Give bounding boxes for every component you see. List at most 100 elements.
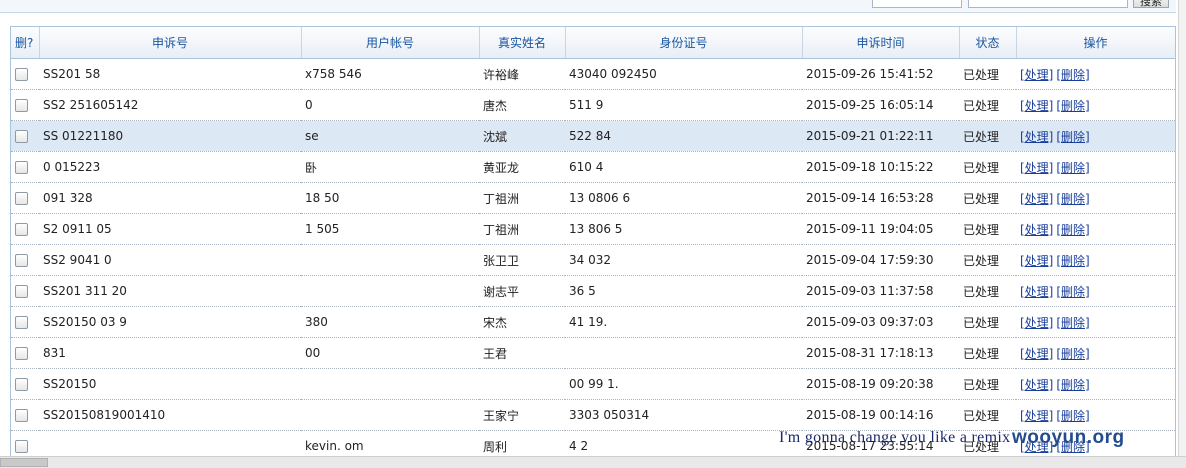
process-link[interactable]: [处理] xyxy=(1020,316,1053,330)
process-link[interactable]: [处理] xyxy=(1020,347,1053,361)
process-link[interactable]: [处理] xyxy=(1020,378,1053,392)
cell-appeal-no: SS201 311 20 xyxy=(39,275,301,307)
delete-link[interactable]: [删除] xyxy=(1056,254,1089,268)
cell-account: 0 xyxy=(301,89,479,121)
row-select-checkbox[interactable] xyxy=(15,440,28,453)
cell-status: 已处理 xyxy=(959,89,1016,121)
row-select-checkbox[interactable] xyxy=(15,316,28,329)
table-row[interactable]: SS20150 00 99 1. 2015-08-19 09:20:38 已处理 [处… xyxy=(11,368,1175,400)
cell-name: 唐杰 xyxy=(479,89,565,121)
row-select-checkbox[interactable] xyxy=(15,99,28,112)
cell-appeal-time: 2015-09-14 16:53:28 xyxy=(802,182,959,214)
row-checkbox xyxy=(11,337,39,369)
cell-name: 张卫卫 xyxy=(479,244,565,276)
cell-account: se xyxy=(301,120,479,152)
delete-link[interactable]: [删除] xyxy=(1056,378,1089,392)
cell-id-no: 00 99 1. xyxy=(565,368,802,400)
row-select-checkbox[interactable] xyxy=(15,68,28,81)
row-checkbox xyxy=(11,182,39,214)
cell-name: 黄亚龙 xyxy=(479,151,565,183)
table-row[interactable]: SS201 58 x758 546 许裕峰 43040 092450 2015-09-2… xyxy=(11,58,1175,90)
search-field-select[interactable] xyxy=(872,0,962,8)
col-header-delete[interactable]: 删? xyxy=(11,27,40,59)
process-link[interactable]: [处理] xyxy=(1020,409,1053,423)
scrollbar-thumb[interactable] xyxy=(0,458,48,467)
table-header-row: 删? 申诉号 用户帐号 真实姓名 身份证号 申诉时间 状态 操作 xyxy=(11,27,1175,59)
row-select-checkbox[interactable] xyxy=(15,285,28,298)
row-select-checkbox[interactable] xyxy=(15,161,28,174)
cell-id-no: 13 0806 6 xyxy=(565,182,802,214)
cell-name: 王家宁 xyxy=(479,399,565,431)
process-link[interactable]: [处理] xyxy=(1020,192,1053,206)
cell-id-no: 3303 050314 xyxy=(565,399,802,431)
watermark-brand: wooyun.org xyxy=(1012,427,1125,448)
delete-link[interactable]: [删除] xyxy=(1056,285,1089,299)
row-checkbox xyxy=(11,58,39,90)
delete-link[interactable]: [删除] xyxy=(1056,316,1089,330)
table-row[interactable]: 091 328 18 50 丁祖洲 13 0806 6 2015-09-14 16:53… xyxy=(11,182,1175,214)
cell-appeal-time: 2015-09-03 09:37:03 xyxy=(802,306,959,338)
table-row[interactable]: 831 00 王君 2015-08-31 17:18:13 已处理 [处理] [删除] xyxy=(11,337,1175,369)
row-select-checkbox[interactable] xyxy=(15,378,28,391)
cell-appeal-no: SS2 251605142 xyxy=(39,89,301,121)
cell-appeal-no: SS20150819001410 xyxy=(39,399,301,431)
table-row[interactable]: 0 015223 卧黄亚龙 610 4 2015-09-18 10:15:22 已处理[… xyxy=(11,151,1175,183)
cell-account xyxy=(301,399,479,431)
cell-appeal-time: 2015-08-19 00:14:16 xyxy=(802,399,959,431)
row-select-checkbox[interactable] xyxy=(15,192,28,205)
delete-link[interactable]: [删除] xyxy=(1056,409,1089,423)
delete-link[interactable]: [删除] xyxy=(1056,68,1089,82)
table-row[interactable]: SS2 9041 0 张卫卫 34 032 2015-09-04 17:59:30 已处… xyxy=(11,244,1175,276)
col-header-appeal-no: 申诉号 xyxy=(39,27,302,59)
process-link[interactable]: [处理] xyxy=(1020,223,1053,237)
col-header-actions: 操作 xyxy=(1016,27,1175,59)
search-button[interactable]: 搜索 xyxy=(1133,0,1169,8)
cell-name: 王君 xyxy=(479,337,565,369)
col-header-status: 状态 xyxy=(959,27,1017,59)
process-link[interactable]: [处理] xyxy=(1020,254,1053,268)
delete-link[interactable]: [删除] xyxy=(1056,192,1089,206)
search-input[interactable] xyxy=(968,0,1128,8)
process-link[interactable]: [处理] xyxy=(1020,68,1053,82)
row-select-checkbox[interactable] xyxy=(15,409,28,422)
cell-appeal-time: 2015-09-03 11:37:58 xyxy=(802,275,959,307)
delete-link[interactable]: [删除] xyxy=(1056,223,1089,237)
process-link[interactable]: [处理] xyxy=(1020,285,1053,299)
row-select-checkbox[interactable] xyxy=(15,347,28,360)
cell-appeal-no: SS201 58 xyxy=(39,58,301,90)
table-row[interactable]: SS 01221180 se 沈斌 522 84 2015-09-21 01:22:11… xyxy=(11,120,1175,152)
horizontal-scrollbar[interactable] xyxy=(0,456,1186,468)
row-select-checkbox[interactable] xyxy=(15,254,28,267)
delete-link[interactable]: [删除] xyxy=(1056,347,1089,361)
row-select-checkbox[interactable] xyxy=(15,130,28,143)
cell-appeal-time: 2015-09-21 01:22:11 xyxy=(802,120,959,152)
process-link[interactable]: [处理] xyxy=(1020,161,1053,175)
process-link[interactable]: [处理] xyxy=(1020,99,1053,113)
table-row[interactable]: SS20150819001410 王家宁 3303 050314 2015-08-19… xyxy=(11,399,1175,431)
cell-appeal-no: 0 015223 xyxy=(39,151,301,183)
cell-account: 卧 xyxy=(301,151,479,183)
cell-actions: [处理] [删除] xyxy=(1016,337,1175,369)
cell-status: 已处理 xyxy=(959,337,1016,369)
vertical-scrollbar[interactable] xyxy=(1178,0,1186,456)
row-checkbox xyxy=(11,368,39,400)
process-link[interactable]: [处理] xyxy=(1020,130,1053,144)
table-row[interactable]: SS201 311 20 谢志平 36 5 2015-09-03 11:37:58 已处… xyxy=(11,275,1175,307)
delete-link[interactable]: [删除] xyxy=(1056,99,1089,113)
delete-link[interactable]: [删除] xyxy=(1056,130,1089,144)
cell-actions: [处理] [删除] xyxy=(1016,275,1175,307)
cell-account: 1 505 xyxy=(301,213,479,245)
col-header-name: 真实姓名 xyxy=(479,27,566,59)
cell-actions: [处理] [删除] xyxy=(1016,306,1175,338)
table-row[interactable]: SS2 251605142 0 唐杰 511 9 2015-09-25 16:05:1… xyxy=(11,89,1175,121)
cell-appeal-time: 2015-09-25 16:05:14 xyxy=(802,89,959,121)
cell-id-no: 34 032 xyxy=(565,244,802,276)
col-header-account: 用户帐号 xyxy=(301,27,480,59)
table-row[interactable]: S2 0911 05 1 505 丁祖洲 13 806 5 2015-09-11 19:… xyxy=(11,213,1175,245)
row-select-checkbox[interactable] xyxy=(15,223,28,236)
table-row[interactable]: SS20150 03 9 380 宋杰 41 19. 2015-09-03 09:37… xyxy=(11,306,1175,338)
delete-link[interactable]: [删除] xyxy=(1056,161,1089,175)
cell-actions: [处理] [删除] xyxy=(1016,120,1175,152)
cell-appeal-no: S2 0911 05 xyxy=(39,213,301,245)
cell-id-no: 610 4 xyxy=(565,151,802,183)
